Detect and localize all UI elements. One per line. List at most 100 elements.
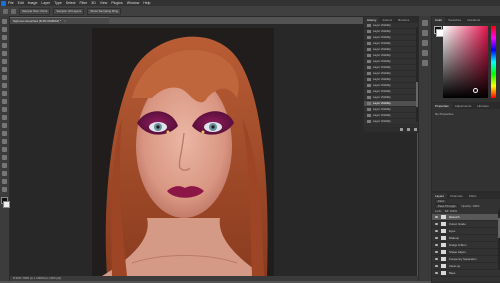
eyedropper-icon[interactable] — [2, 67, 7, 72]
trash-icon[interactable] — [414, 127, 417, 131]
folder-icon — [441, 215, 446, 219]
path-select-icon[interactable] — [2, 155, 7, 160]
saturation-value-field[interactable] — [443, 26, 488, 98]
clone-stamp-icon[interactable] — [2, 91, 7, 96]
folder-icon — [441, 250, 446, 254]
folder-icon — [441, 264, 446, 268]
layer-list: Retouch Colour Grade Eyes Makeup Dodge & Bur… — [432, 214, 500, 277]
tab-channels[interactable]: Channels — [447, 193, 466, 199]
tab-color[interactable]: Color — [432, 17, 446, 23]
blur-tool-icon[interactable] — [2, 123, 7, 128]
menu-select[interactable]: Select — [66, 1, 76, 5]
info-panel-icon[interactable] — [422, 60, 428, 66]
close-icon[interactable]: × — [64, 19, 66, 23]
lasso-tool-icon[interactable] — [2, 35, 7, 40]
layer-row[interactable]: Eyes — [432, 228, 500, 235]
eyedropper-tool-icon[interactable] — [11, 8, 16, 14]
status-bar: 8.33% 7000 px x 10000 px (300 ppi) — [10, 276, 420, 281]
hand-tool-icon[interactable] — [2, 171, 7, 176]
folder-icon — [441, 229, 446, 233]
menu-plugins[interactable]: Plugins — [111, 1, 122, 5]
visibility-eye-icon[interactable] — [435, 258, 438, 260]
menu-3d[interactable]: 3D — [91, 1, 95, 5]
marquee-tool-icon[interactable] — [2, 27, 7, 32]
tab-libraries[interactable]: Libraries — [474, 103, 492, 109]
tab-swatches[interactable]: Swatches — [445, 17, 464, 23]
color-picker-ring[interactable] — [473, 88, 478, 93]
layer-row[interactable]: Clean up — [432, 263, 500, 270]
folder-icon — [441, 271, 446, 275]
menu-window[interactable]: Window — [127, 1, 139, 5]
layer-row[interactable]: Dodge & Burn — [432, 242, 500, 249]
quick-select-tool-icon[interactable] — [2, 43, 7, 48]
shape-tool-icon[interactable] — [2, 163, 7, 168]
panel-dock-strip — [418, 16, 431, 281]
zoom-tool-icon[interactable] — [2, 179, 7, 184]
tab-paths[interactable]: Paths — [466, 193, 480, 199]
sample-layers-select[interactable]: Sample: All Layers — [53, 7, 85, 15]
menu-type[interactable]: Type — [54, 1, 62, 5]
new-snapshot-icon[interactable] — [400, 127, 403, 131]
dodge-tool-icon[interactable] — [2, 131, 7, 136]
brush-tool-icon[interactable] — [2, 83, 7, 88]
background-color-swatch[interactable] — [3, 201, 10, 208]
hue-slider[interactable] — [491, 26, 496, 98]
visibility-eye-icon[interactable] — [435, 216, 438, 218]
history-brush-icon[interactable] — [2, 99, 7, 104]
visibility-eye-icon[interactable] — [435, 230, 438, 232]
layer-row[interactable]: Shape Adjust — [432, 249, 500, 256]
crop-tool-icon[interactable] — [2, 51, 7, 56]
visibility-eye-icon[interactable] — [435, 272, 438, 274]
history-panel-icon[interactable] — [422, 20, 428, 26]
properties-empty-text: No Properties — [435, 112, 454, 116]
folder-icon — [441, 257, 446, 261]
layers-panel: Layers Channels Paths Kind Pass Through … — [431, 192, 500, 283]
pen-tool-icon[interactable] — [2, 139, 7, 144]
frame-tool-icon[interactable] — [2, 59, 7, 64]
layer-row[interactable]: Colour Grade — [432, 221, 500, 228]
menu-filter[interactable]: Filter — [80, 1, 88, 5]
gradient-tool-icon[interactable] — [2, 115, 7, 120]
document-tab[interactable]: high-res retouched (8.3% RGB/16) * × — [10, 17, 109, 24]
tab-adjustments[interactable]: Adjustments — [452, 103, 475, 109]
home-icon[interactable] — [3, 8, 8, 14]
layer-row[interactable]: Makeup — [432, 235, 500, 242]
folder-icon — [441, 222, 446, 226]
tab-gradients[interactable]: Gradients — [464, 17, 483, 23]
show-sampling-ring-checkbox[interactable]: Show Sampling Ring — [87, 7, 122, 15]
history-footer — [364, 126, 419, 132]
opacity-field[interactable]: Opacity: 100% — [461, 204, 479, 209]
menu-layer[interactable]: Layer — [41, 1, 50, 5]
layer-name: Shape Adjust — [449, 250, 466, 254]
layer-row[interactable]: Frequency Separation — [432, 256, 500, 263]
folder-icon — [441, 243, 446, 247]
app-logo-icon — [1, 0, 6, 6]
menu-edit[interactable]: Edit — [18, 1, 24, 5]
visibility-eye-icon[interactable] — [435, 223, 438, 225]
visibility-eye-icon[interactable] — [435, 244, 438, 246]
visibility-eye-icon[interactable] — [435, 251, 438, 253]
sample-size-select[interactable]: Sample Size: Point — [19, 7, 51, 15]
tab-properties[interactable]: Properties — [432, 103, 452, 109]
menu-image[interactable]: Image — [28, 1, 38, 5]
menu-view[interactable]: View — [100, 1, 108, 5]
visibility-eye-icon[interactable] — [435, 237, 438, 239]
document-title: high-res retouched (8.3% RGB/16) * — [13, 19, 62, 23]
new-document-icon[interactable] — [407, 127, 410, 131]
paragraph-panel-icon[interactable] — [422, 50, 428, 56]
type-tool-icon[interactable] — [2, 147, 7, 152]
menu-file[interactable]: File — [8, 1, 14, 5]
character-panel-icon[interactable] — [422, 40, 428, 46]
layer-row[interactable]: Retouch — [432, 214, 500, 221]
layer-row[interactable]: Base — [432, 270, 500, 277]
move-tool-icon[interactable] — [2, 19, 7, 24]
visibility-eye-icon[interactable] — [435, 265, 438, 267]
menu-help[interactable]: Help — [143, 1, 150, 5]
eraser-tool-icon[interactable] — [2, 107, 7, 112]
more-tools-icon[interactable] — [2, 187, 7, 192]
history-list: Layer Visibility Layer Visibility Layer Vi… — [364, 23, 419, 131]
history-panel: History Actions Brushes Layer Visibility… — [363, 16, 420, 133]
healing-brush-icon[interactable] — [2, 75, 7, 80]
brush-panel-icon[interactable] — [422, 30, 428, 36]
canvas-image[interactable] — [92, 28, 274, 276]
